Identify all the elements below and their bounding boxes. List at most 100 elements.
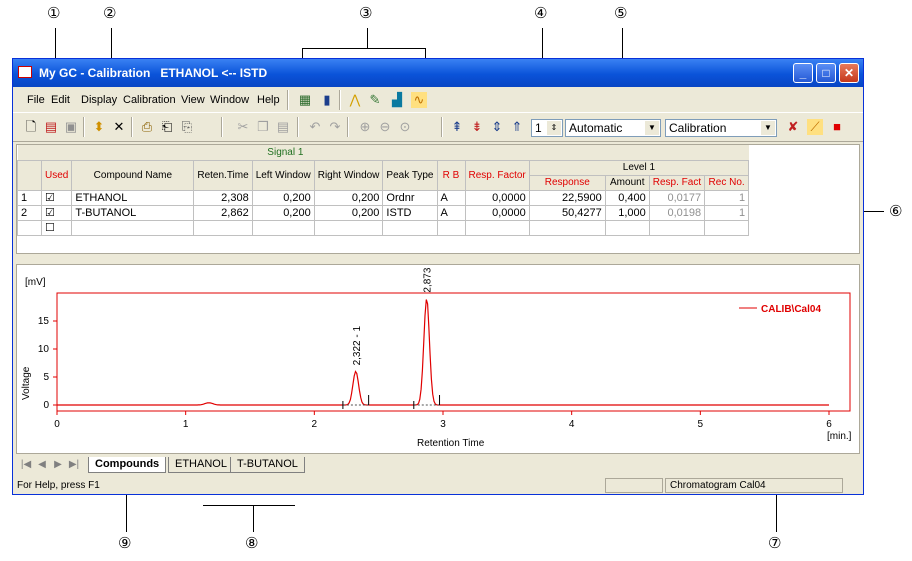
last-level-icon[interactable]: ⇟ (469, 119, 485, 135)
redo-icon[interactable]: ↷ (327, 119, 343, 135)
plot-frame (56, 292, 851, 412)
paste-icon[interactable]: ▤ (275, 119, 291, 135)
empty-cell[interactable] (648, 219, 706, 236)
cut-icon[interactable]: ✂ (235, 119, 251, 135)
copy-icon[interactable]: ❐ (255, 119, 271, 135)
spin-arrows-icon[interactable]: ⇕ (547, 121, 561, 135)
new-file-icon[interactable]: 🗋 (23, 119, 39, 135)
col-left-window: Left Window (251, 159, 315, 191)
reten-time[interactable]: 2,862 (193, 204, 253, 221)
previous-level-icon[interactable]: ⇕ (489, 119, 505, 135)
bar-chart-icon[interactable]: ▮ (319, 92, 335, 108)
print-icon[interactable]: ⎙ (139, 119, 155, 135)
table-row[interactable]: 2 ☑ T-BUTANOL 2,862 0,200 0,200 ISTD A 0… (17, 204, 750, 221)
compound-name[interactable]: ETHANOL (71, 189, 195, 206)
rb-value[interactable]: A (436, 204, 466, 221)
menu-display[interactable]: Display (81, 94, 117, 106)
empty-cell[interactable] (313, 219, 384, 236)
response[interactable]: 22,5900 (528, 189, 606, 206)
x-tick-label: 4 (569, 419, 575, 430)
menu-calibration[interactable]: Calibration (123, 94, 176, 106)
resp-fact: 0,0177 (648, 189, 706, 206)
x-unit-label: [min.] (827, 431, 852, 442)
menu-file[interactable]: File (27, 94, 45, 106)
first-level-icon[interactable]: ⇞ (449, 119, 465, 135)
level-spin-input[interactable]: 1 ⇕ (531, 119, 563, 137)
menu-view[interactable]: View (181, 94, 205, 106)
tab-ethanol[interactable]: ETHANOL (168, 457, 234, 473)
left-window[interactable]: 0,200 (251, 204, 315, 221)
import-icon[interactable]: ⬍ (91, 119, 107, 135)
used-checkbox[interactable]: ☑ (40, 189, 73, 206)
peaks-icon[interactable]: ⋀ (347, 92, 363, 108)
report-icon[interactable]: ▦ (297, 92, 313, 108)
calibration-curve-icon[interactable]: ⟋ (807, 119, 823, 135)
compound-name[interactable]: T-BUTANOL (71, 204, 195, 221)
mode-select[interactable]: Automatic ▼ (565, 119, 661, 137)
empty-cell[interactable] (251, 219, 315, 236)
used-checkbox[interactable]: ☑ (40, 204, 73, 221)
amount[interactable]: 1,000 (604, 204, 650, 221)
empty-cell[interactable] (193, 219, 253, 236)
stop-icon[interactable]: ■ (829, 119, 845, 135)
right-window[interactable]: 0,200 (313, 204, 384, 221)
menu-help[interactable]: Help (257, 94, 280, 106)
undo-icon[interactable]: ↶ (307, 119, 323, 135)
chevron-down-icon[interactable]: ▼ (645, 121, 659, 135)
resp-fact: 0,0198 (648, 204, 706, 221)
maximize-button[interactable]: □ (816, 63, 836, 83)
minimize-button[interactable]: _ (793, 63, 813, 83)
reten-time[interactable]: 2,308 (193, 189, 253, 206)
zoom-out-icon[interactable]: ⊖ (377, 119, 393, 135)
next-tab-icon[interactable]: ▶ (50, 457, 66, 473)
empty-cell[interactable] (704, 219, 750, 236)
print-preview-icon[interactable]: ⎗ (159, 119, 175, 135)
print-setup-icon[interactable]: ⎘ (179, 119, 195, 135)
chromatogram-icon[interactable]: ∿ (411, 92, 427, 108)
rb-value[interactable]: A (436, 189, 466, 206)
empty-cell[interactable] (436, 219, 466, 236)
right-window[interactable]: 0,200 (313, 189, 384, 206)
peak-type[interactable]: Ordnr (382, 189, 438, 206)
remove-calibration-icon[interactable]: ✘ (785, 119, 801, 135)
empty-cell[interactable] (71, 219, 195, 236)
app-icon (18, 66, 32, 78)
chevron-down-icon[interactable]: ▼ (761, 121, 775, 135)
leader-line-3a (367, 28, 368, 48)
zoom-in-icon[interactable]: ⊕ (357, 119, 373, 135)
previous-tab-icon[interactable]: ◀ (34, 457, 50, 473)
chromatogram-panel: [mV] Voltage Retention Time [min.] CALIB… (16, 253, 860, 454)
resp-factor[interactable]: 0,0000 (464, 189, 530, 206)
tab-t-butanol[interactable]: T-BUTANOL (230, 457, 305, 473)
left-window[interactable]: 0,200 (251, 189, 315, 206)
empty-cell[interactable] (382, 219, 438, 236)
response[interactable]: 50,4277 (528, 204, 606, 221)
last-tab-icon[interactable]: ▶| (66, 457, 82, 473)
peak-type[interactable]: ISTD (382, 204, 438, 221)
open-folder-icon[interactable]: ▤ (43, 119, 59, 135)
y-axis-label: Voltage (21, 366, 32, 400)
next-level-icon[interactable]: ⇑ (509, 119, 525, 135)
amount[interactable]: 0,400 (604, 189, 650, 206)
empty-cell[interactable] (464, 219, 530, 236)
calibration-graph-icon[interactable]: ▟ (389, 92, 405, 108)
empty-cell[interactable] (528, 219, 606, 236)
edit-pencil-icon[interactable]: ✎ (367, 92, 383, 108)
zoom-fit-icon[interactable]: ⊙ (397, 119, 413, 135)
save-icon[interactable]: ▣ (63, 119, 79, 135)
used-checkbox[interactable]: ☐ (40, 219, 73, 236)
menu-edit[interactable]: Edit (51, 94, 70, 106)
table-row[interactable]: 1 ☑ ETHANOL 2,308 0,200 0,200 Ordnr A 0,… (17, 189, 750, 206)
first-tab-icon[interactable]: |◀ (18, 457, 34, 473)
resp-factor[interactable]: 0,0000 (464, 204, 530, 221)
x-tick-label: 3 (440, 419, 446, 430)
close-button[interactable]: ✕ (839, 63, 859, 83)
table-row-empty[interactable]: ☐ (17, 219, 750, 236)
delete-icon[interactable]: ✕ (111, 119, 127, 135)
callout-5: ⑤ (614, 4, 628, 22)
toolbar-separator-4 (297, 117, 299, 137)
empty-cell[interactable] (604, 219, 650, 236)
menu-window[interactable]: Window (210, 94, 249, 106)
view-select[interactable]: Calibration ▼ (665, 119, 777, 137)
tab-compounds[interactable]: Compounds (88, 457, 167, 473)
